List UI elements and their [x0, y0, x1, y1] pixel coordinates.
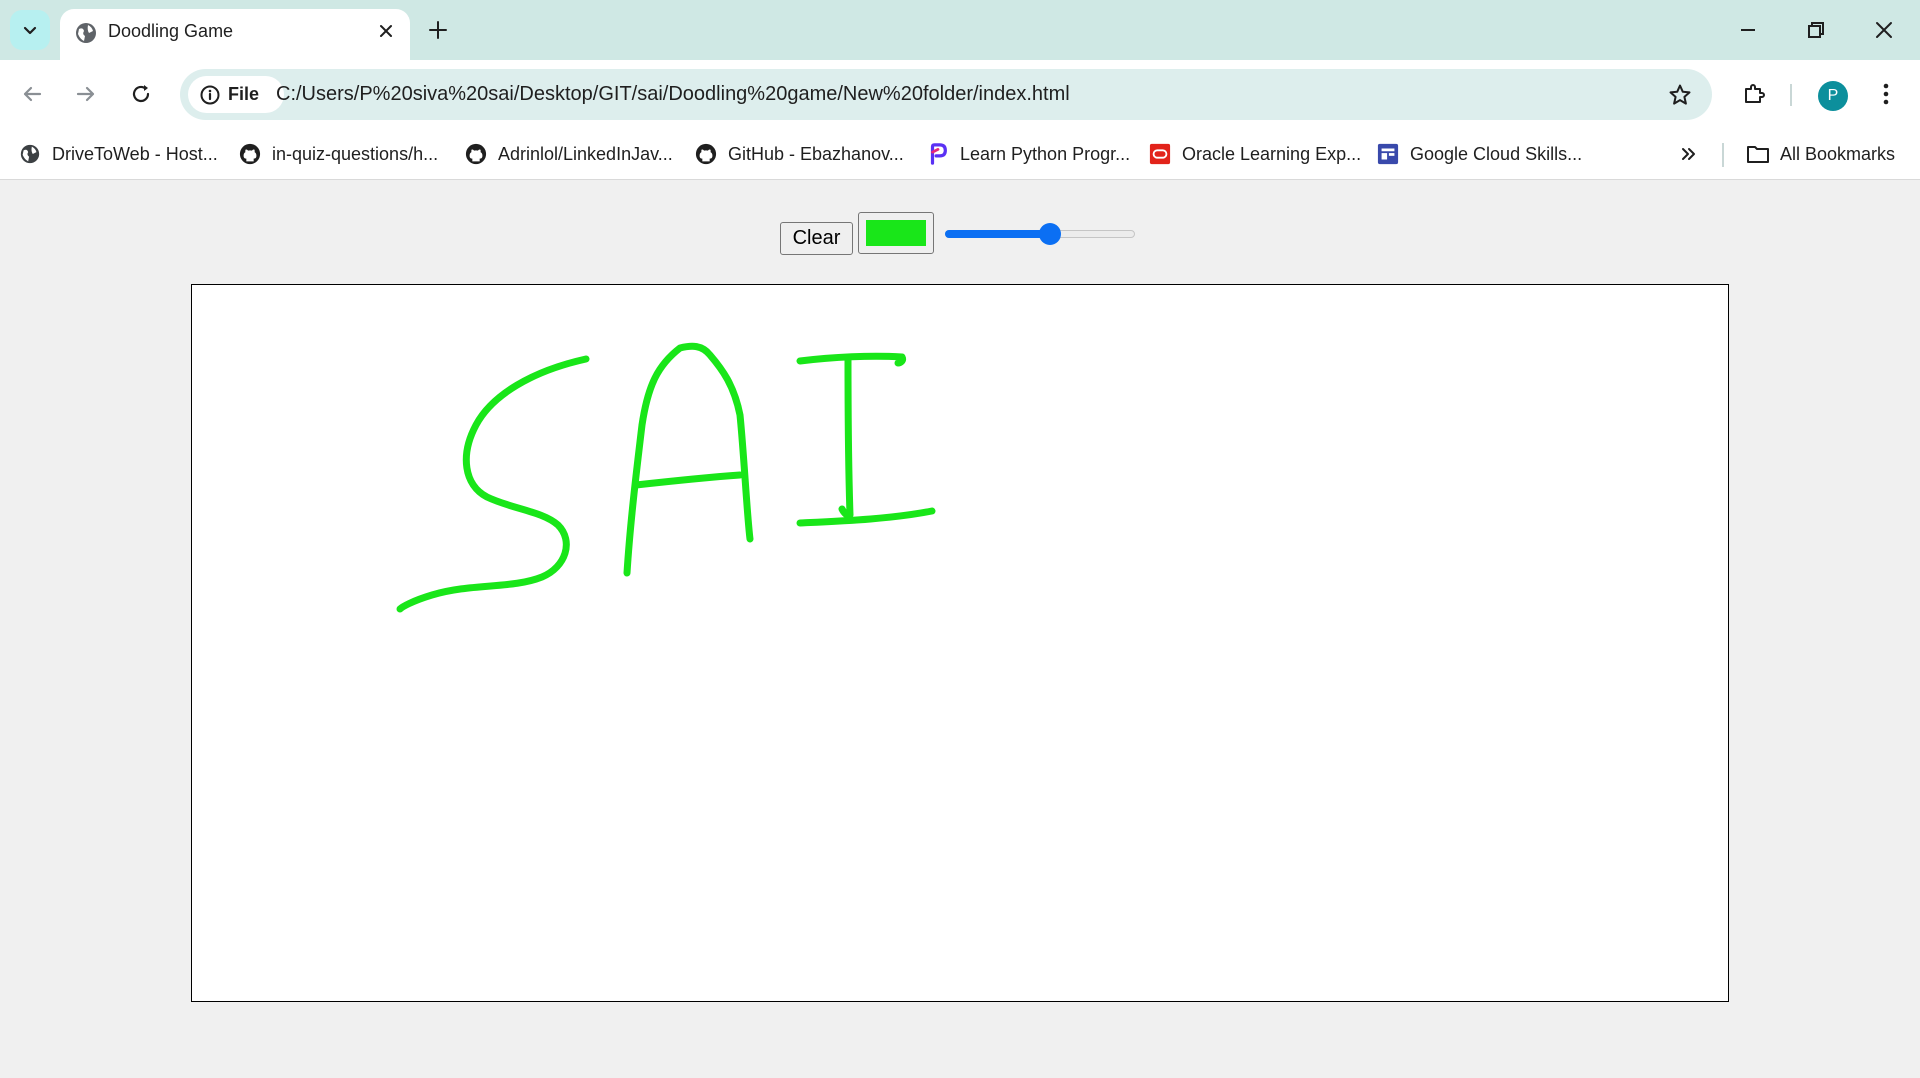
arrow-right-icon [76, 86, 95, 102]
bookmark-item[interactable]: DriveToWeb - Host... [18, 139, 218, 169]
clear-button[interactable]: Clear [780, 222, 853, 255]
plus-icon [429, 21, 447, 39]
minimize-icon [1741, 29, 1755, 31]
active-tab[interactable]: Doodling Game [60, 9, 410, 60]
cloud-skills-icon [1377, 143, 1399, 165]
bookmarks-divider [1722, 143, 1724, 167]
folder-icon [1747, 146, 1769, 163]
color-picker[interactable] [858, 212, 934, 254]
info-icon [200, 85, 220, 104]
globe-icon [20, 144, 40, 164]
globe-icon [76, 23, 96, 43]
bookmark-label: GitHub - Ebazhanov... [728, 143, 904, 164]
puzzle-icon [1745, 84, 1765, 103]
tab-title: Doodling Game [108, 21, 234, 41]
doodle-stroke-i-stem [838, 355, 854, 519]
reload-icon [132, 85, 150, 103]
github-icon [465, 143, 487, 165]
bookmark-star-button[interactable] [1666, 81, 1694, 109]
doodle-drawing [396, 342, 936, 613]
bookmark-item[interactable]: GitHub - Ebazhanov... [694, 139, 904, 169]
bookmark-label: in-quiz-questions/h... [272, 143, 439, 164]
oracle-icon [1149, 143, 1171, 165]
bookmark-item[interactable]: Adrinlol/LinkedInJav... [464, 139, 673, 169]
doodle-stroke-i-bottom [796, 507, 936, 527]
bookmark-label: Adrinlol/LinkedInJav... [498, 143, 673, 164]
new-tab-button[interactable] [420, 12, 456, 48]
more-bookmarks-button[interactable] [1672, 139, 1704, 169]
doodle-stroke-a-bar [632, 471, 744, 489]
forward-button[interactable] [66, 74, 106, 114]
tab-search-button[interactable] [10, 10, 50, 50]
reload-button[interactable] [121, 74, 161, 114]
close-icon [1876, 22, 1892, 38]
minimize-button[interactable] [1714, 0, 1782, 60]
browser-menu-button[interactable] [1866, 74, 1906, 114]
url-text[interactable]: C:/Users/P%20siva%20sai/Desktop/GIT/sai/… [276, 69, 1070, 120]
github-icon [239, 143, 261, 165]
bookmark-item[interactable]: Oracle Learning Exp... [1148, 139, 1361, 169]
bookmark-item[interactable]: in-quiz-questions/h... [238, 139, 438, 169]
bookmark-label: Learn Python Progr... [960, 143, 1131, 164]
bookmarks-bar: DriveToWeb - Host... in-quiz-questions/h… [0, 129, 1920, 180]
browser-toolbar: File C:/Users/P%20siva%20sai/Desktop/GIT… [0, 60, 1920, 129]
close-icon [380, 25, 392, 37]
profile-avatar[interactable]: P [1818, 81, 1848, 111]
drawing-controls: Clear [0, 212, 1920, 256]
bookmark-label: DriveToWeb - Host... [52, 143, 218, 164]
arrow-left-icon [23, 86, 42, 102]
restore-icon [1808, 22, 1824, 38]
toolbar-divider [1790, 84, 1792, 106]
slider-thumb[interactable] [1039, 223, 1061, 245]
star-icon [1669, 84, 1691, 105]
doodle-stroke-a-left [623, 342, 754, 577]
programiz-icon [930, 143, 947, 165]
close-window-button[interactable] [1850, 0, 1918, 60]
more-vertical-icon [1883, 83, 1889, 105]
slider-fill [945, 230, 1050, 238]
tab-close-button[interactable] [372, 17, 400, 45]
restore-button[interactable] [1782, 0, 1850, 60]
bookmark-item[interactable]: Google Cloud Skills... [1376, 139, 1582, 169]
site-info-chip[interactable]: File [188, 76, 284, 113]
site-chip-label: File [228, 84, 260, 104]
all-bookmarks-label: All Bookmarks [1780, 143, 1896, 164]
github-icon [695, 143, 717, 165]
back-button[interactable] [12, 74, 52, 114]
tab-strip: Doodling Game [0, 0, 1920, 60]
bookmark-item[interactable]: Learn Python Progr... [926, 139, 1130, 169]
drawing-canvas[interactable] [191, 284, 1729, 1002]
bookmark-label: Oracle Learning Exp... [1182, 143, 1362, 164]
all-bookmarks-button[interactable]: All Bookmarks [1746, 139, 1895, 169]
double-chevron-right-icon [1682, 148, 1695, 160]
address-bar[interactable]: File C:/Users/P%20siva%20sai/Desktop/GIT… [180, 69, 1712, 120]
extensions-button[interactable] [1734, 74, 1774, 114]
bookmark-label: Google Cloud Skills... [1410, 143, 1583, 164]
brush-size-slider[interactable] [945, 223, 1135, 245]
color-swatch [866, 220, 926, 246]
chevron-down-icon [23, 26, 37, 35]
doodle-stroke-s [396, 355, 590, 613]
